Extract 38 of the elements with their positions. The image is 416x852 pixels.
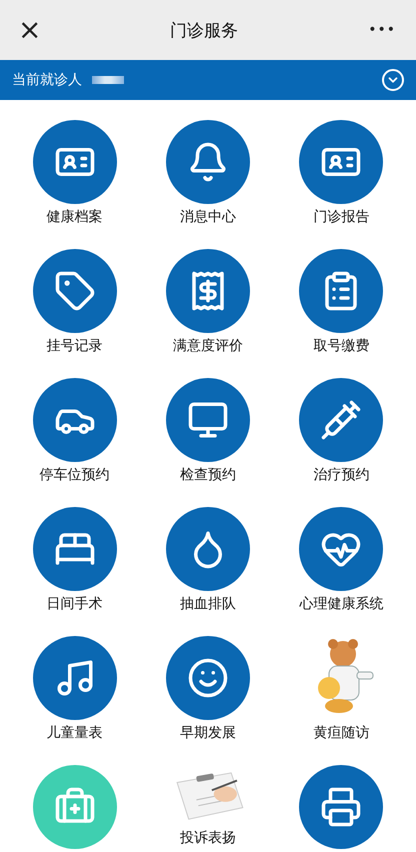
- service-label: 心理健康系统: [299, 595, 384, 613]
- service-tile[interactable]: 治疗预约: [274, 378, 408, 507]
- service-label: 满意度评价: [172, 337, 243, 355]
- service-label: 消息中心: [180, 208, 236, 226]
- service-tile[interactable]: 黄疸随访: [274, 636, 408, 765]
- service-label: 黄疸随访: [313, 724, 370, 742]
- service-label: 挂号记录: [46, 337, 103, 355]
- service-tile[interactable]: 投诉表扬: [141, 765, 275, 852]
- service-label: 检查预约: [180, 466, 236, 484]
- service-tile[interactable]: 停车位预约: [8, 378, 142, 507]
- service-label: 健康档案: [46, 208, 103, 226]
- service-label: 门诊报告: [313, 208, 370, 226]
- service-tile[interactable]: 满意度评价: [141, 249, 275, 378]
- close-button[interactable]: ×: [14, 16, 46, 44]
- service-tile[interactable]: 早期发展: [141, 636, 275, 765]
- page-title: 门诊服务: [170, 20, 238, 42]
- service-label: 治疗预约: [313, 466, 370, 484]
- patient-label: 当前就诊人: [12, 71, 82, 89]
- service-label: 日间手术: [46, 595, 103, 613]
- service-label: 停车位预约: [40, 466, 110, 484]
- redacted-name: [92, 76, 124, 84]
- service-tile[interactable]: 抽血排队: [141, 507, 275, 636]
- service-label: 儿童量表: [46, 724, 103, 742]
- more-button[interactable]: •••: [362, 21, 402, 39]
- service-label: 抽血排队: [180, 595, 236, 613]
- service-tile[interactable]: 日间手术: [8, 507, 142, 636]
- service-label: 早期发展: [180, 724, 236, 742]
- dropdown-icon[interactable]: [382, 69, 404, 91]
- service-tile[interactable]: 挂号记录: [8, 249, 142, 378]
- service-tile[interactable]: 取号缴费: [274, 249, 408, 378]
- service-tile[interactable]: 心理健康系统: [274, 507, 408, 636]
- service-label: 取号缴费: [313, 337, 370, 355]
- service-tile[interactable]: 儿童量表: [8, 636, 142, 765]
- service-tile[interactable]: 消息中心: [141, 120, 275, 249]
- service-tile[interactable]: 检查预约: [141, 378, 275, 507]
- service-label: 投诉表扬: [180, 829, 236, 847]
- service-tile[interactable]: 门诊报告: [274, 120, 408, 249]
- service-tile[interactable]: 健康档案: [8, 120, 142, 249]
